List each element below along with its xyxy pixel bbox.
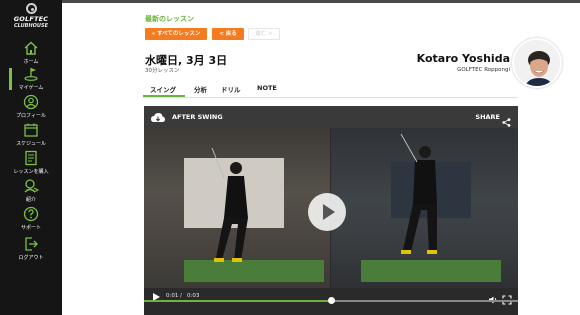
brand-subtitle: CLUBHOUSE [14, 23, 48, 29]
coach-location: GOLFTEC Roppongi [457, 67, 510, 73]
sidebar-item-support[interactable]: サポート [0, 206, 62, 234]
all-lessons-button[interactable]: « すべてのレッスン [145, 28, 207, 40]
current-time: 0:01 [166, 293, 179, 299]
tabs-divider [143, 97, 518, 98]
tab-swing[interactable]: スイング [150, 84, 176, 94]
share-icon[interactable] [502, 112, 511, 127]
sidebar-item-label: 紹介 [25, 197, 36, 203]
prev-button[interactable]: < 戻る [212, 28, 244, 40]
sidebar-item-label: マイゲーム [18, 85, 44, 91]
golfer-left-figure [211, 147, 248, 262]
calendar-icon [23, 122, 39, 138]
sidebar-item-label: レッスンを購入 [13, 169, 49, 175]
video-frame-right [331, 128, 518, 288]
sidebar-item-label: サポート [20, 225, 41, 231]
sidebar-item-label: スケジュール [16, 141, 46, 147]
sidebar-item-refer[interactable]: 紹介 [0, 178, 62, 206]
home-icon [23, 40, 39, 56]
coach-name: Kotaro Yoshida [416, 52, 510, 65]
progress-handle[interactable] [327, 297, 335, 304]
progress-fill [144, 300, 331, 302]
video-player[interactable]: AFTER SWING SHARE 0:01 / 0:03 [144, 106, 518, 315]
help-icon [23, 206, 39, 222]
time-separator: / [180, 293, 182, 299]
fullscreen-icon[interactable] [502, 290, 512, 305]
brand-title: GOLFTEC [13, 15, 49, 23]
golfer-right-figure [400, 133, 437, 254]
sidebar: GOLFTEC CLUBHOUSE ホーム マイゲーム プロフィール スケジュー… [0, 0, 62, 315]
video-header: AFTER SWING SHARE [144, 106, 518, 128]
sidebar-item-logout[interactable]: ログアウト [0, 236, 62, 264]
sidebar-item-home[interactable]: ホーム [0, 40, 62, 68]
play-overlay-button[interactable] [308, 193, 346, 231]
duration-time: 0:03 [187, 293, 200, 299]
user-icon [23, 94, 39, 110]
video-title: AFTER SWING [172, 113, 223, 121]
refer-icon [23, 178, 39, 194]
tab-analysis[interactable]: 分析 [194, 84, 207, 94]
sidebar-item-label: プロフィール [16, 113, 46, 119]
cloud-download-icon[interactable] [150, 110, 166, 124]
latest-lesson-link[interactable]: 最新のレッスン [145, 14, 194, 24]
tab-note[interactable]: NOTE [257, 84, 277, 92]
brand-logo[interactable]: GOLFTEC CLUBHOUSE [0, 0, 62, 36]
video-frame-left [144, 128, 330, 288]
golfball-logo-icon [26, 3, 37, 14]
golf-flag-icon [23, 66, 39, 82]
sidebar-item-label: ログアウト [18, 255, 44, 261]
share-button[interactable]: SHARE [475, 113, 500, 121]
sidebar-item-profile[interactable]: プロフィール [0, 94, 62, 122]
coach-avatar [512, 38, 562, 88]
lesson-duration: 30分レッスン [145, 68, 180, 74]
tab-drill[interactable]: ドリル [221, 84, 241, 94]
app-root: GOLFTEC CLUBHOUSE ホーム マイゲーム プロフィール スケジュー… [0, 0, 580, 315]
logout-icon [23, 236, 39, 252]
receipt-icon [23, 150, 39, 166]
next-button[interactable]: 進む > [248, 28, 280, 40]
top-divider [62, 0, 580, 3]
sidebar-item-mygame[interactable]: マイゲーム [0, 66, 62, 94]
volume-icon[interactable] [488, 290, 498, 304]
sidebar-item-buy-lessons[interactable]: レッスンを購入 [0, 150, 62, 178]
sidebar-item-schedule[interactable]: スケジュール [0, 122, 62, 150]
sidebar-item-label: ホーム [23, 59, 39, 65]
